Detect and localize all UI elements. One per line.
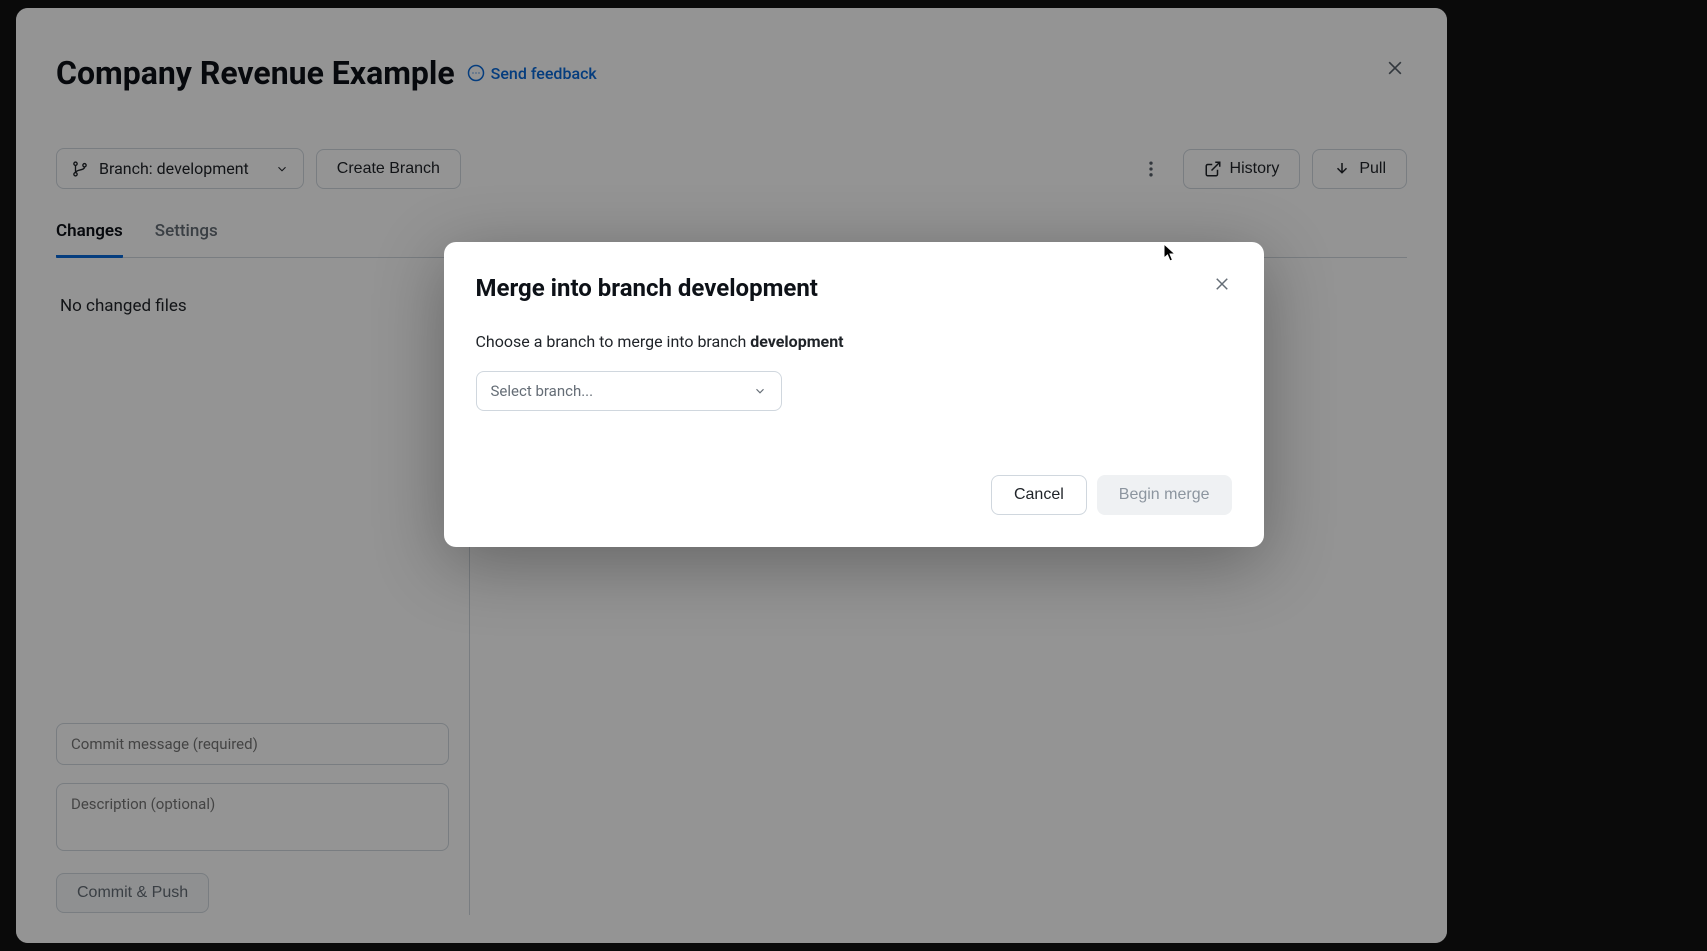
modal-backdrop[interactable]: Merge into branch development Choose a b… [0,0,1707,951]
cancel-button[interactable]: Cancel [991,475,1087,515]
merge-modal: Merge into branch development Choose a b… [444,242,1264,547]
select-branch-dropdown[interactable]: Select branch... [476,371,782,411]
modal-actions: Cancel Begin merge [476,475,1232,515]
modal-close-button[interactable] [1208,270,1236,298]
chevron-down-icon [753,384,767,398]
modal-prompt: Choose a branch to merge into branch dev… [476,332,1232,351]
begin-merge-button[interactable]: Begin merge [1097,475,1232,515]
select-branch-placeholder: Select branch... [491,382,594,400]
modal-title: Merge into branch development [476,274,1232,302]
close-icon [1213,275,1231,293]
